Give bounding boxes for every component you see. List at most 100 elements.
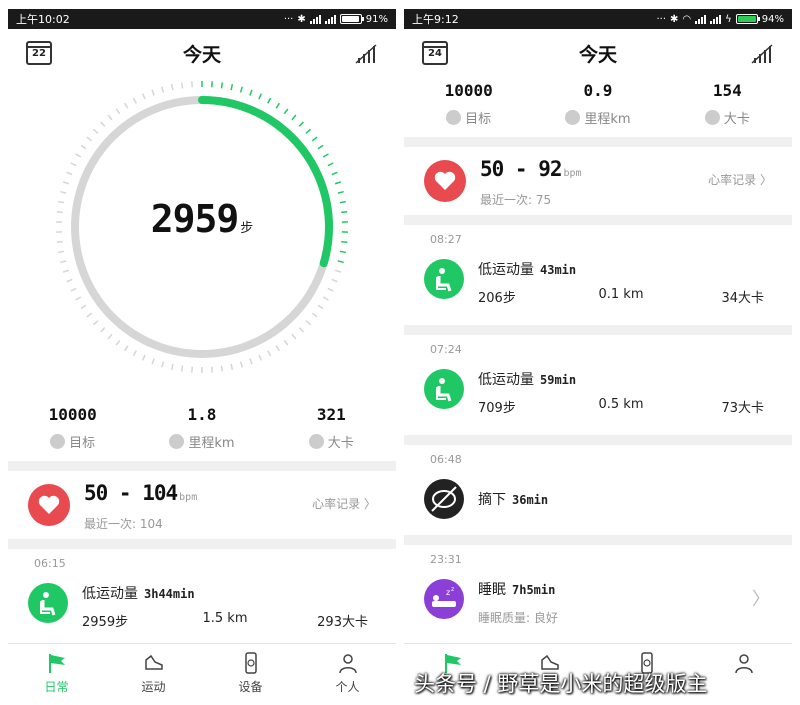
sitting-person-icon [424,259,464,299]
location-icon [565,110,581,125]
flag-icon [48,654,65,673]
ring-tick [132,97,137,104]
activity-time: 08:27 [430,233,462,246]
ring-tick [322,153,329,158]
battery-icon [339,14,364,24]
ring-tick [331,171,338,176]
stat-distance[interactable]: 0.9 里程km [534,81,662,127]
heart-rate-card[interactable]: 50 - 92 bpm 最近一次: 75 心率记录 〉 [404,147,792,215]
ring-tick [220,365,224,372]
tab-profile[interactable]: 个人 [299,644,396,705]
ring-tick [337,190,344,194]
signal-icon [695,14,707,24]
ring-tick [291,333,297,340]
bar-chart-icon[interactable] [354,41,378,65]
status-bar: 上午9:12 ··· ✱ ◠ ϟ 94% [404,9,792,29]
ring-tick [115,339,121,346]
bluetooth-icon: ✱ [670,13,679,25]
ring-tick [60,190,67,194]
ring-tick [230,363,234,370]
stat-goal[interactable]: 10000 目标 [9,405,137,451]
ring-tick [115,108,121,115]
ring-tick [283,108,289,115]
activity-distance: 0.1 km [598,287,644,302]
svg-text:z: z [446,588,450,597]
bar-chart-icon[interactable] [750,41,774,65]
ring-tick [75,153,82,158]
sleep-card[interactable]: 23:31 zz 睡眠 7h5min 睡眠质量: 良好 〉 [404,545,792,645]
ring-tick [305,320,312,326]
calendar-icon[interactable]: 24 [422,41,448,65]
stat-calories[interactable]: 154 大卡 [663,81,791,127]
ring-tick [230,84,234,91]
ring-tick [86,136,93,142]
tab-sport[interactable]: 运动 [105,644,202,705]
activity-time: 06:15 [34,557,66,570]
ring-tick [66,171,73,176]
step-ring[interactable]: 2959 步 [8,77,396,397]
chevron-right-icon: 〉 [759,173,772,187]
activity-time: 07:24 [430,343,462,356]
activity-card[interactable]: 07:24 低运动量 59min 709步 0.5 km 73大卡 [404,335,792,435]
shoe-icon [144,654,163,670]
stat-goal[interactable]: 10000 目标 [405,81,533,127]
heart-rate-card[interactable]: 50 - 104 bpm 最近一次: 104 心率记录 〉 [8,471,396,539]
tab-device[interactable]: 设备 [202,644,299,705]
heart-rate-history-link[interactable]: 心率记录 〉 [312,495,376,512]
ring-tick [298,121,304,127]
ring-tick [305,128,312,134]
heart-icon [28,484,70,526]
ring-tick [123,102,129,109]
ring-tick [180,82,184,89]
ring-tick [258,354,263,361]
person-icon [338,654,357,674]
phone-screen-left: 上午10:02 ··· ✱ 91% 22 今天 2959 步 10000 目标 … [8,9,396,705]
ring-tick [56,240,63,244]
heart-rate-history-link[interactable]: 心率记录 〉 [708,171,772,188]
ring-tick [275,345,281,352]
ring-tick [298,327,304,333]
chevron-right-icon: 〉 [363,497,376,511]
battery-percent: 91% [365,13,388,25]
activity-steps: 2959步 [82,615,129,630]
battery-percent: 94% [761,13,784,25]
step-unit: 步 [240,221,254,236]
watch-removed-icon [424,479,464,519]
flame-icon [704,110,720,125]
ring-tick [334,181,342,185]
app-header: 22 今天 [8,29,396,77]
bluetooth-icon: ✱ [297,13,306,25]
ring-tick [337,260,344,264]
person-icon [734,654,753,674]
page-title: 今天 [578,43,617,66]
activity-card[interactable]: 06:15 低运动量 3h44min 2959步 1.5 km 293大卡 [8,549,396,649]
watermark-text: 头条号 / 野草是小米的超级版主 [414,672,708,696]
ring-tick [70,162,77,167]
tab-daily[interactable]: 日常 [8,644,105,705]
ring-tick [141,354,146,361]
activity-card[interactable]: 08:27 低运动量 43min 206步 0.1 km 34大卡 [404,225,792,325]
activity-distance: 0.5 km [598,397,644,412]
ring-tick [80,304,87,310]
heart-icon [424,160,466,202]
ring-tick [239,361,243,368]
stat-calories[interactable]: 321 大卡 [267,405,395,451]
step-count: 2959 [150,197,240,241]
more-icon: ··· [283,13,294,25]
stat-distance[interactable]: 1.8 里程km [138,405,266,451]
sleep-quality: 睡眠质量: 良好 [478,611,558,625]
ring-tick [92,320,99,326]
activity-steps: 206步 [478,291,516,306]
ring-tick [161,361,165,368]
svg-text:z: z [451,586,454,593]
tab-profile[interactable] [695,644,792,705]
ring-tick [161,86,165,93]
ring-tick [80,144,87,150]
signal-icon-2 [324,14,336,24]
offwrist-card[interactable]: 06:48 摘下 36min [404,445,792,535]
activity-time: 23:31 [430,553,462,566]
ring-tick [311,136,318,142]
calendar-icon[interactable]: 22 [26,41,52,65]
ring-tick [267,350,272,357]
charging-icon: ϟ [725,13,732,25]
